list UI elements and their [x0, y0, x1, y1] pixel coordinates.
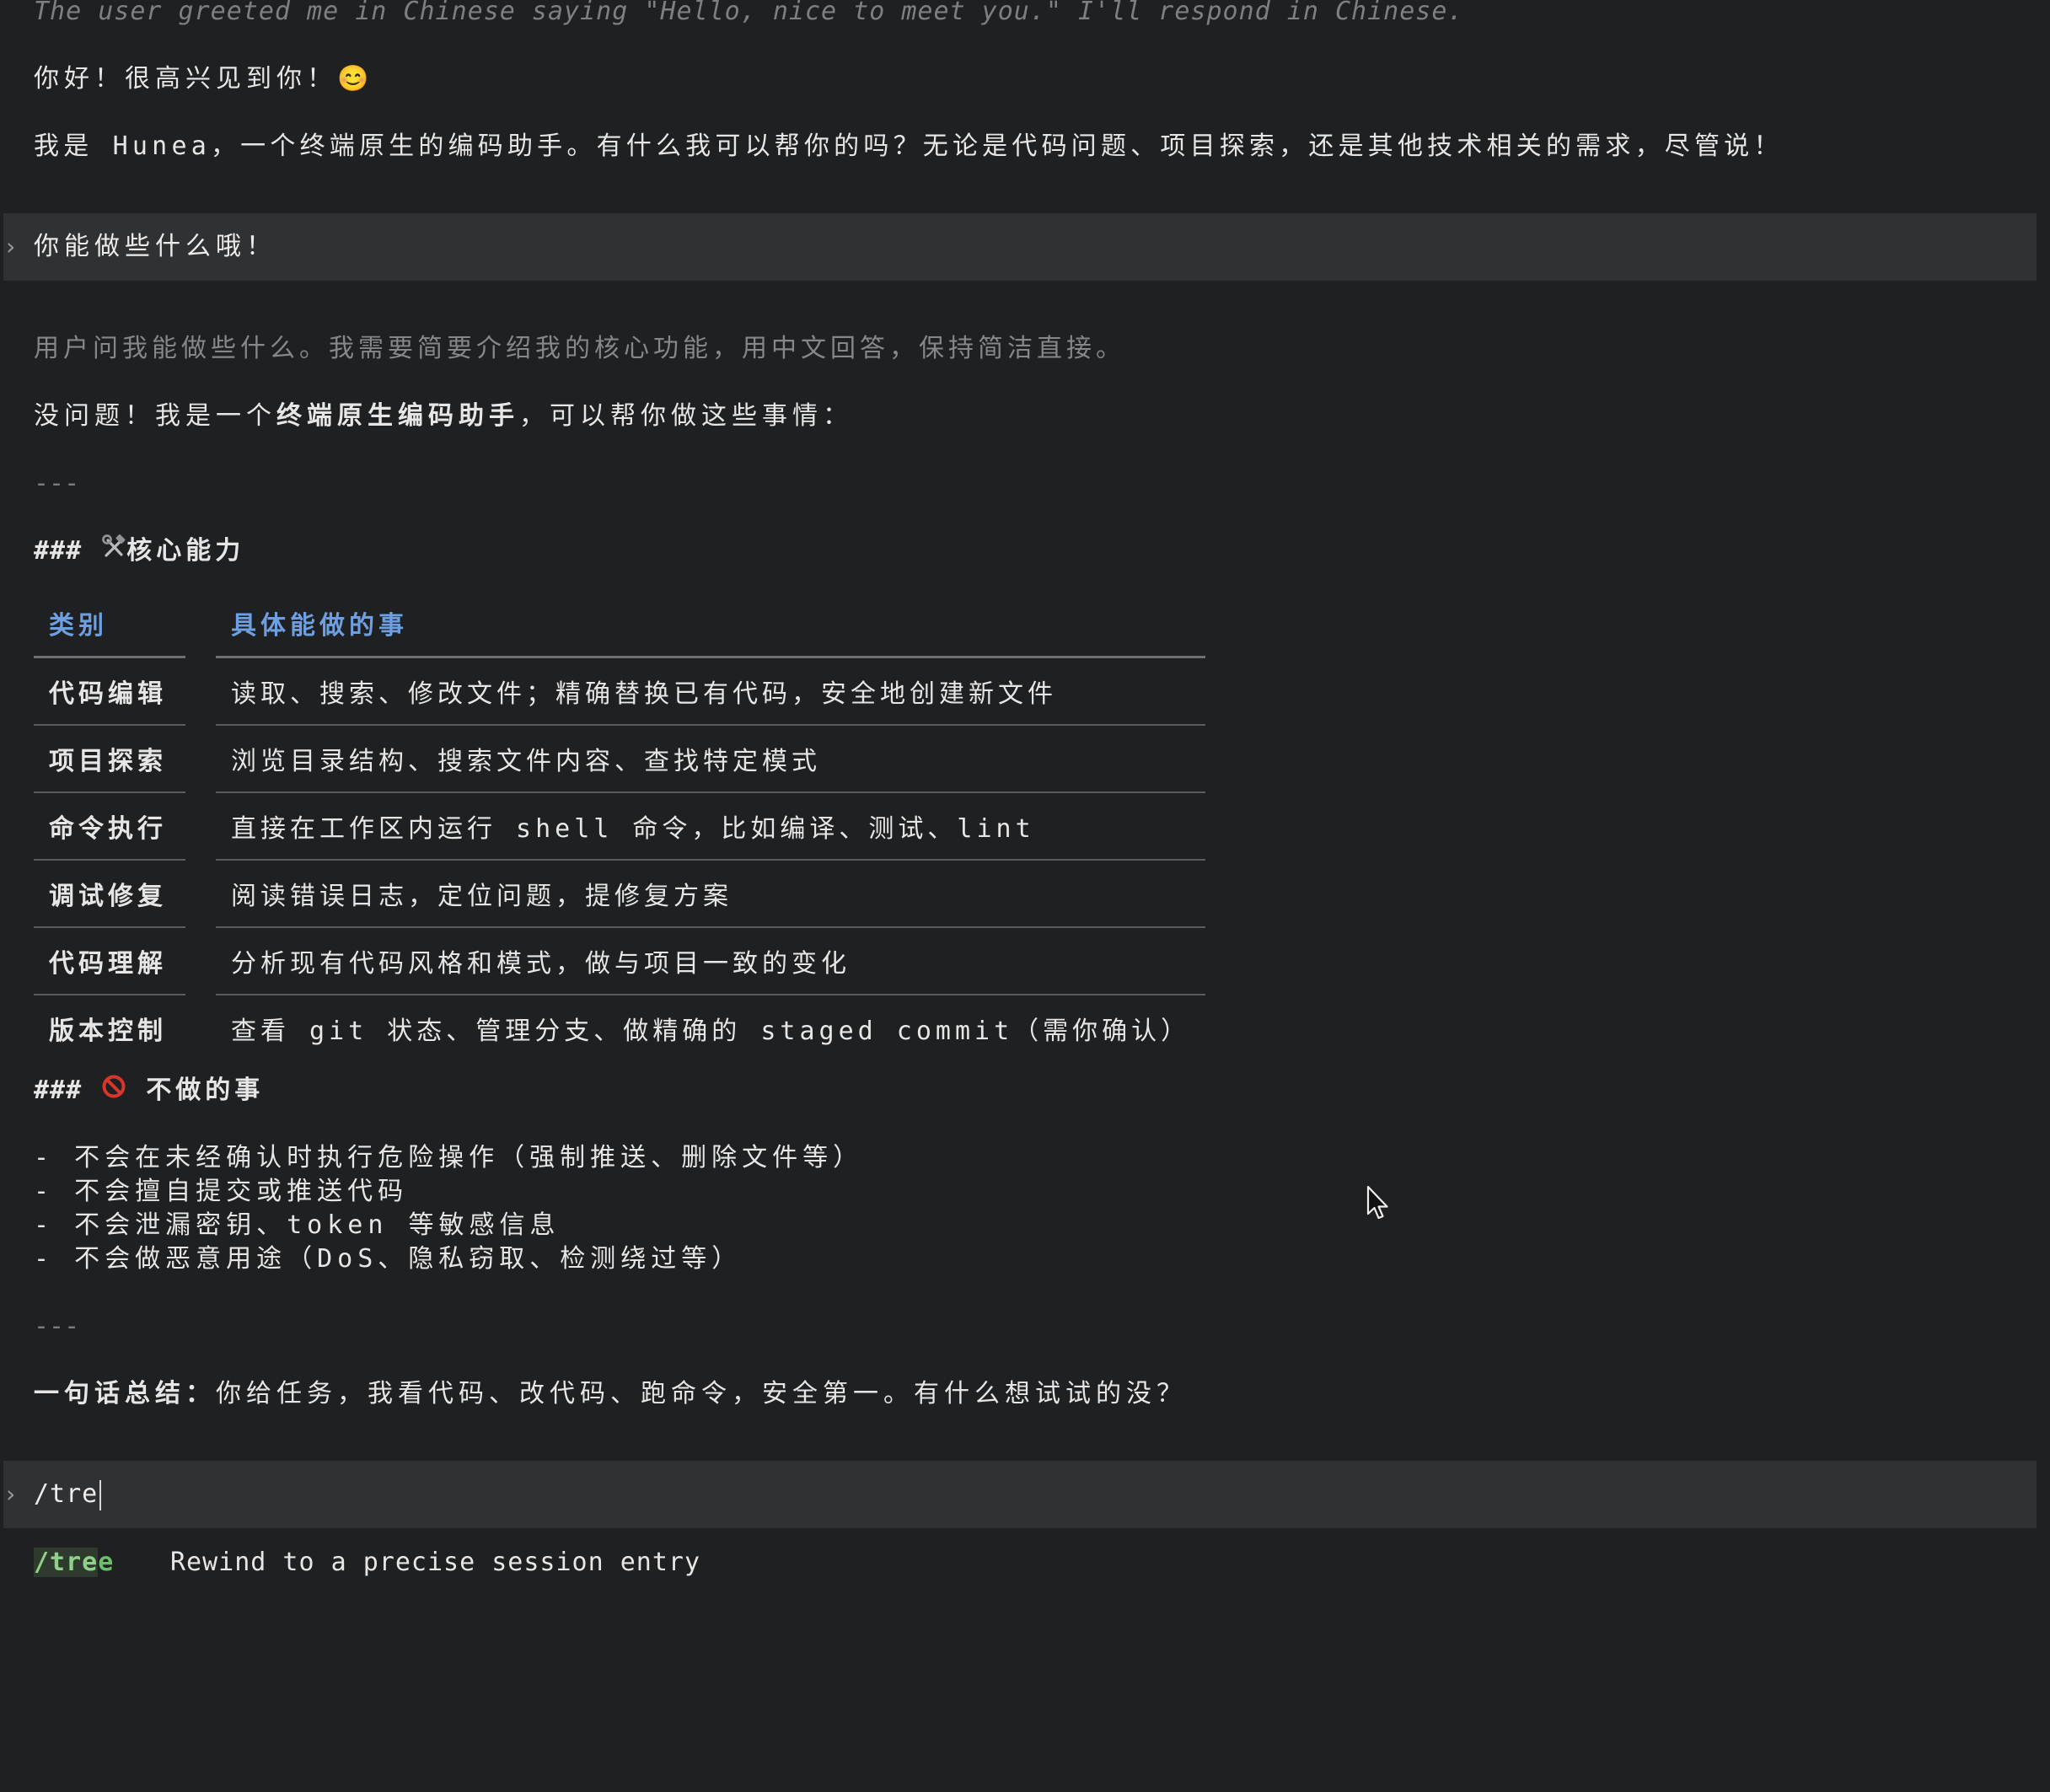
table-cell-category: 命令执行 — [34, 793, 185, 861]
horizontal-rule-1: --- — [34, 469, 80, 498]
list-item: - 不会擅自提交或推送代码 — [34, 1177, 409, 1206]
table-cell-description: 直接在工作区内运行 shell 命令，比如编译、测试、lint — [216, 793, 1206, 861]
table-cell-description: 浏览目录结构、搜索文件内容、查找特定模式 — [216, 726, 1206, 793]
heading-title: 核心能力 — [126, 536, 245, 566]
table-row: 版本控制 查看 git 状态、管理分支、做精确的 staged commit（需… — [34, 995, 1205, 1061]
input-marker: › — [3, 1480, 20, 1508]
autocomplete-rest: e — [98, 1548, 115, 1577]
heading-hash: ### — [34, 536, 83, 566]
list-item: - 不会在未经确认时执行危险操作（强制推送、删除文件等） — [34, 1143, 864, 1172]
intro-bold: 终端原生编码助手 — [276, 401, 519, 431]
table-cell-description: 阅读错误日志，定位问题，提修复方案 — [216, 861, 1206, 928]
user-message-text: 你能做些什么哦！ — [34, 232, 276, 261]
capabilities-table: 类别 具体能做的事 代码编辑 读取、搜索、修改文件；精确替换已有代码，安全地创建… — [34, 590, 1206, 1061]
table-row: 项目探索 浏览目录结构、搜索文件内容、查找特定模式 — [34, 726, 1206, 793]
list-item: - 不会做恶意用途（DoS、隐私窃取、检测绕过等） — [34, 1244, 743, 1274]
input-bar[interactable] — [3, 1461, 2037, 1528]
thinking-text-2: 用户问我能做些什么。我需要简要介绍我的核心功能，用中文回答，保持简洁直接。 — [34, 334, 1125, 363]
summary-line: 一句话总结：你给任务，我看代码、改代码、跑命令，安全第一。有什么想试试的没？ — [34, 1377, 1187, 1411]
terminal-window: The user greeted me in Chinese saying "H… — [0, 0, 2050, 1792]
heading-title: 不做的事 — [146, 1076, 265, 1105]
table-cell-category: 代码理解 — [34, 928, 185, 995]
table-row: 代码理解 分析现有代码风格和模式，做与项目一致的变化 — [34, 928, 1206, 995]
prohibited-icon — [101, 1074, 126, 1108]
table-cell-category: 项目探索 — [34, 726, 185, 793]
assistant-reply-capabilities-intro: 没问题！我是一个终端原生编码助手，可以帮你做这些事情： — [34, 400, 853, 433]
assistant-reply-greeting: 你好！很高兴见到你！😊 — [34, 64, 374, 94]
summary-label: 一句话总结： — [34, 1379, 216, 1408]
autocomplete-item-tree[interactable]: /tree — [34, 1546, 114, 1580]
table-row: 调试修复 阅读错误日志，定位问题，提修复方案 — [34, 861, 1206, 928]
table-row: 命令执行 直接在工作区内运行 shell 命令，比如编译、测试、lint — [34, 793, 1206, 861]
assistant-reply-intro: 我是 Hunea，一个终端原生的编码助手。有什么我可以帮你的吗？无论是代码问题、… — [34, 131, 1784, 161]
mouse-pointer-icon — [1366, 1185, 1391, 1222]
command-input[interactable]: /tre — [34, 1461, 102, 1528]
hammer-wrench-icon — [101, 534, 126, 569]
user-message-bar — [3, 213, 2037, 281]
table-cell-description: 分析现有代码风格和模式，做与项目一致的变化 — [216, 928, 1206, 995]
list-item: - 不会泄漏密钥、token 等敏感信息 — [34, 1210, 561, 1240]
autocomplete-description: Rewind to a precise session entry — [170, 1548, 701, 1577]
table-cell-description: 查看 git 状态、管理分支、做精确的 staged commit（需你确认） — [231, 1017, 1191, 1046]
table-header-description: 具体能做的事 — [216, 590, 1206, 658]
thinking-text-1: The user greeted me in Chinese saying "H… — [34, 0, 1464, 26]
command-input-value: /tre — [34, 1479, 99, 1509]
table-header-row: 类别 具体能做的事 — [34, 590, 1206, 658]
horizontal-rule-2: --- — [34, 1312, 80, 1341]
autocomplete-match: /tre — [34, 1548, 99, 1577]
table-row: 代码编辑 读取、搜索、修改文件；精确替换已有代码，安全地创建新文件 — [34, 658, 1206, 726]
section-heading-capabilities: ### 核心能力 — [34, 534, 244, 569]
section-heading-donts: ### 不做的事 — [34, 1074, 264, 1108]
text-caret — [99, 1479, 102, 1510]
table-cell-category: 版本控制 — [49, 1017, 167, 1046]
table-header-category: 类别 — [34, 590, 185, 658]
heading-hash: ### — [34, 1076, 83, 1105]
user-message-marker: › — [3, 233, 20, 260]
table-cell-category: 调试修复 — [34, 861, 185, 928]
summary-text: 你给任务，我看代码、改代码、跑命令，安全第一。有什么想试试的没？ — [216, 1379, 1187, 1408]
table-cell-category: 代码编辑 — [34, 658, 185, 726]
intro-suffix: ，可以帮你做这些事情： — [519, 401, 853, 431]
intro-prefix: 没问题！我是一个 — [34, 401, 276, 431]
table-cell-description: 读取、搜索、修改文件；精确替换已有代码，安全地创建新文件 — [216, 658, 1206, 726]
